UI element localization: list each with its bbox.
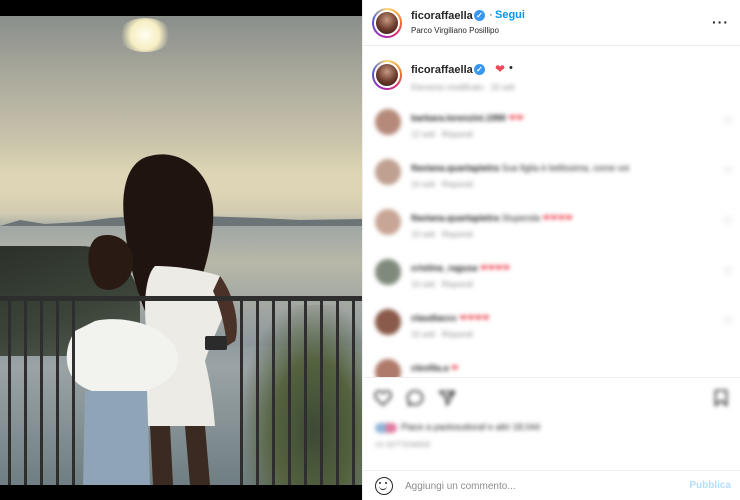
post-actions: Piace a paolosuttoraf e altri 18.044 19 … (363, 377, 740, 467)
commenter-avatar[interactable] (375, 359, 401, 377)
reply-button[interactable]: Rispondi (442, 230, 473, 239)
comment-text: flaviana.quartapietra Stupenda ❤❤❤❤ (411, 213, 573, 223)
comment-like-icon[interactable]: ♡ (723, 215, 733, 228)
comment-like-icon[interactable]: ♡ (723, 115, 733, 128)
likes-count[interactable]: Piace a paolosuttoraf e altri 18.044 (375, 422, 540, 433)
follow-button[interactable]: Segui (495, 9, 525, 21)
comment-item: barbara.lorenzini.1990 ❤❤ 12 sett Rispon… (363, 105, 740, 155)
commenter-username[interactable]: flaviana.quartapietra (411, 213, 499, 223)
comment-like-icon[interactable]: ♡ (723, 315, 733, 328)
post-side-panel: ficoraffaella ✓ · Segui Parco Virgiliano… (362, 0, 740, 500)
comment-item: claudiaccc ❤❤❤❤ 10 sett Rispondi ♡ (363, 305, 740, 355)
commenter-avatar[interactable] (375, 159, 401, 185)
caption-username[interactable]: ficoraffaella (411, 64, 473, 76)
reply-button[interactable]: Rispondi (442, 130, 473, 139)
comment-item: clevilla.a ❤ (363, 355, 740, 377)
reply-button[interactable]: Rispondi (442, 330, 473, 339)
comment-like-icon[interactable]: ♡ (723, 265, 733, 278)
commenter-username[interactable]: barbara.lorenzini.1990 (411, 113, 506, 123)
commenter-username[interactable]: claudiaccc (411, 313, 457, 323)
comment-icon[interactable] (405, 388, 425, 408)
commenter-username[interactable]: clevilla.a (411, 363, 449, 373)
comment-meta: 10 sett Rispondi (411, 280, 473, 289)
comment-text: clevilla.a ❤ (411, 363, 459, 373)
emoji-icon[interactable] (375, 477, 393, 495)
comment-item: flaviana.quartapietra Sua figlia è belli… (363, 155, 740, 205)
separator-dot: · (489, 9, 493, 21)
post-photo[interactable] (0, 16, 362, 485)
caption-heart: ❤ (495, 62, 506, 76)
caption-meta: Elemento modificato · 19 sett (411, 83, 515, 92)
author-username[interactable]: ficoraffaella (411, 10, 473, 22)
commenter-avatar[interactable] (375, 109, 401, 135)
post-photo-panel (0, 0, 362, 500)
paper-plane-icon[interactable] (437, 388, 457, 408)
comment-text: flaviana.quartapietra Sua figlia è belli… (411, 163, 630, 173)
comments-list[interactable]: ficoraffaella ✓ ❤ • Elemento modificato … (363, 47, 740, 377)
post-date: 19 SETTEMBRE (375, 442, 432, 449)
heart-outline-icon[interactable] (373, 388, 393, 408)
comment-meta: 10 sett Rispondi (411, 230, 473, 239)
publish-button[interactable]: Pubblica (689, 480, 731, 491)
commenter-username[interactable]: flaviana.quartapietra (411, 163, 499, 173)
comment-meta: 10 sett Rispondi (411, 180, 473, 189)
sun (118, 18, 172, 52)
commenter-avatar[interactable] (375, 259, 401, 285)
comment-text: barbara.lorenzini.1990 ❤❤ (411, 113, 524, 123)
reply-button[interactable]: Rispondi (442, 180, 473, 189)
add-comment-bar: Pubblica (363, 470, 740, 500)
comment-like-icon[interactable]: ♡ (723, 165, 733, 178)
post-location[interactable]: Parco Virgiliano Posillipo (411, 26, 499, 35)
comment-meta: 10 sett Rispondi (411, 330, 473, 339)
verified-badge-icon: ✓ (474, 64, 485, 75)
comment-text: cristina_ragusa ❤❤❤❤ (411, 263, 511, 273)
post-header: ficoraffaella ✓ · Segui Parco Virgiliano… (363, 0, 740, 46)
liker-avatars (375, 422, 397, 433)
comment-item: flaviana.quartapietra Stupenda ❤❤❤❤ 10 s… (363, 205, 740, 255)
comment-meta: 12 sett Rispondi (411, 130, 473, 139)
comment-input[interactable] (405, 477, 675, 495)
comment-item: cristina_ragusa ❤❤❤❤ 10 sett Rispondi ♡ (363, 255, 740, 305)
verified-badge-icon: ✓ (474, 10, 485, 21)
commenter-username[interactable]: cristina_ragusa (411, 263, 478, 273)
caption-author-avatar[interactable] (372, 60, 402, 90)
more-options-icon[interactable]: ··· (712, 14, 729, 30)
bookmark-icon[interactable] (711, 388, 731, 408)
author-avatar[interactable] (372, 8, 402, 38)
commenter-avatar[interactable] (375, 309, 401, 335)
reply-button[interactable]: Rispondi (442, 280, 473, 289)
railing (0, 296, 362, 485)
commenter-avatar[interactable] (375, 209, 401, 235)
caption-dot: • (509, 62, 513, 74)
comment-text: claudiaccc ❤❤❤❤ (411, 313, 490, 323)
